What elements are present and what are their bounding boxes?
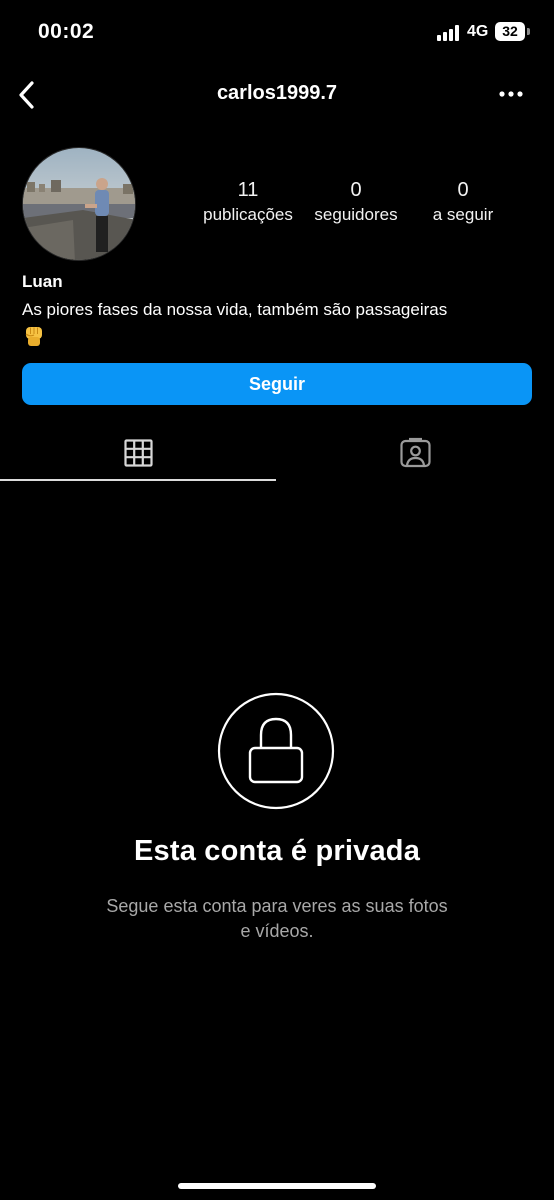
raised-fist-icon [25,327,42,346]
stat-posts-label: publicações [203,205,293,224]
tagged-person-icon [400,437,431,468]
tab-tagged[interactable] [277,422,554,482]
private-account-subtitle: Segue esta conta para veres as suas foto… [77,894,477,944]
profile-bio-text: As piores fases da nossa vida, também sã… [22,300,448,319]
private-lock-badge [217,692,335,810]
stat-followers[interactable]: 0 seguidores [307,178,405,228]
follow-button[interactable]: Seguir [22,363,532,405]
stat-following-value: 0 [457,179,469,201]
battery-tip [527,28,530,35]
stat-followers-label: seguidores [314,205,398,224]
profile-name: Luan [22,272,63,291]
status-bar: 00:02 4G 32 [0,0,554,64]
raised-fist-emoji [22,324,46,355]
stat-followers-value: 0 [350,179,362,201]
battery-icon: 32 [495,22,525,41]
tab-posts-grid[interactable] [0,422,277,482]
avatar-photo [23,148,135,260]
profile-bio: As piores fases da nossa vida, também sã… [22,298,532,355]
stat-posts[interactable]: 11 publicações [200,178,296,228]
profile-username: carlos1999.7 [216,82,338,104]
status-time: 00:02 [38,20,95,43]
grid-icon [124,439,153,467]
tab-selected-indicator [0,479,276,481]
private-account-title: Esta conta é privada [133,835,421,867]
lock-icon [217,692,335,810]
signal-strength-icon [437,25,461,41]
stat-posts-value: 11 [237,179,259,201]
home-indicator[interactable] [178,1183,376,1189]
private-account-subtitle-line1: Segue esta conta para veres as suas foto… [106,896,448,916]
network-type: 4G [467,23,489,40]
stat-following-label: a seguir [432,205,494,224]
more-horizontal-icon [499,91,523,97]
stat-following[interactable]: 0 a seguir [426,178,500,228]
private-account-subtitle-line2: e vídeos. [240,921,314,941]
avatar[interactable] [22,147,136,261]
more-options-button[interactable] [497,86,525,102]
